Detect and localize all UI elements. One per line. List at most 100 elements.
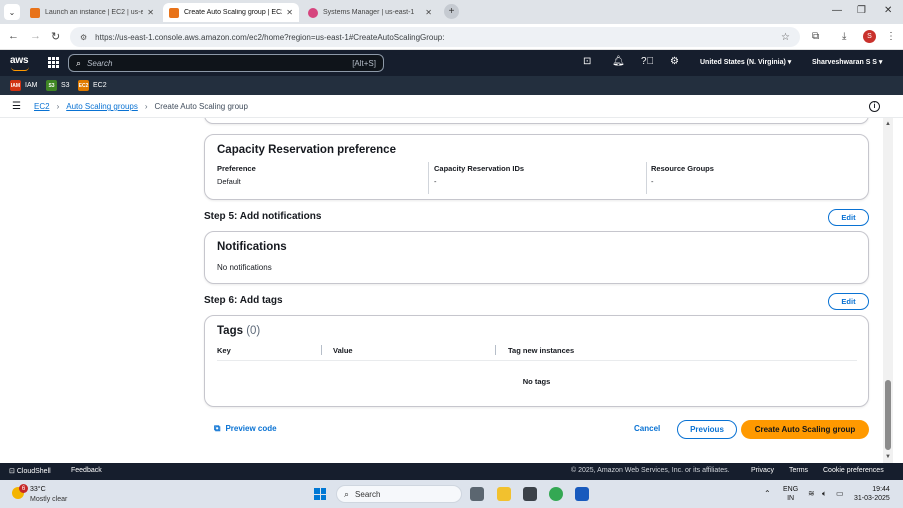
search-placeholder: Search xyxy=(87,58,113,68)
scroll-up-icon[interactable]: ▲ xyxy=(885,121,891,127)
create-auto-scaling-group-button[interactable]: Create Auto Scaling group xyxy=(741,420,869,439)
cloudshell-icon[interactable]: ⊡ xyxy=(583,56,591,67)
tab-launch-instance[interactable]: Launch an instance | EC2 | us-e ✕ xyxy=(24,3,160,22)
windows-start-icon[interactable] xyxy=(314,488,326,500)
url-field[interactable]: ⚙ https://us-east-1.console.aws.amazon.c… xyxy=(70,27,800,47)
weather-condition: Mostly clear xyxy=(30,496,68,503)
cloudshell-link[interactable]: ⊡ CloudShell xyxy=(9,467,51,475)
word-icon[interactable] xyxy=(575,487,589,501)
wifi-icon[interactable]: ≋ xyxy=(808,489,815,498)
help-icon[interactable]: ?⃝ xyxy=(641,56,654,67)
battery-icon[interactable]: ▭ xyxy=(836,489,844,498)
profile-avatar[interactable]: S xyxy=(863,30,876,43)
favorite-label: S3 xyxy=(61,82,70,89)
step6-title: Step 6: Add tags xyxy=(204,295,283,306)
notifications-title: Notifications xyxy=(217,241,287,253)
terms-link[interactable]: Terms xyxy=(789,467,808,474)
aws-search-input[interactable]: ⌕ Search [Alt+S] xyxy=(68,54,384,72)
volume-icon[interactable]: 🔈︎ xyxy=(822,489,827,499)
forward-icon[interactable]: → xyxy=(30,30,41,42)
cancel-button[interactable]: Cancel xyxy=(634,424,660,433)
page-scrollbar[interactable]: ▲ ▼ xyxy=(883,118,893,463)
step5-edit-button[interactable]: Edit xyxy=(828,209,869,226)
download-icon[interactable]: ⤓ xyxy=(842,31,846,42)
minimize-icon[interactable]: — xyxy=(832,5,842,16)
tab-search-button[interactable]: ⌄ xyxy=(4,4,20,20)
region-label: United States (N. Virginia) xyxy=(700,59,786,66)
breadcrumb-auto-scaling-groups[interactable]: Auto Scaling groups xyxy=(66,102,138,111)
feedback-link[interactable]: Feedback xyxy=(71,467,102,474)
hamburger-menu-icon[interactable]: ☰ xyxy=(12,101,21,112)
cloudshell-icon: ⊡ xyxy=(9,468,15,475)
task-view-icon[interactable] xyxy=(470,487,484,501)
favorite-iam[interactable]: IAM IAM xyxy=(10,80,37,91)
extensions-icon[interactable]: ⧉ xyxy=(812,31,819,42)
tab-create-asg[interactable]: Create Auto Scaling group | EC2 ✕ xyxy=(163,3,299,22)
preview-code-label: Preview code xyxy=(225,424,277,433)
windows-taskbar: 6 33°C Mostly clear ⌕ Search ⌃ ENG IN ≋ … xyxy=(0,480,903,508)
code-preview-icon: ⧉ xyxy=(214,423,221,433)
preview-code-button[interactable]: ⧉ Preview code xyxy=(214,423,277,434)
tab-title: Launch an instance | EC2 | us-e xyxy=(45,9,144,16)
favorite-ec2[interactable]: EC2 EC2 xyxy=(78,80,107,91)
chevron-up-icon[interactable]: ⌃ xyxy=(764,489,771,498)
settings-gear-icon[interactable]: ⚙ xyxy=(670,56,679,67)
step6-edit-button[interactable]: Edit xyxy=(828,293,869,310)
tags-title: Tags (0) xyxy=(217,325,260,337)
favorites-bar: IAM IAM S3 S3 EC2 EC2 xyxy=(0,76,903,95)
tab-title: Systems Manager | us-east-1 xyxy=(323,9,415,16)
reload-icon[interactable]: ↻ xyxy=(51,30,60,43)
aws-favicon-icon xyxy=(30,7,40,18)
bell-icon[interactable]: 🔔︎ xyxy=(612,56,625,67)
region-selector[interactable]: United States (N. Virginia) ▾ xyxy=(700,58,791,66)
taskbar-search[interactable]: ⌕ Search xyxy=(336,485,462,503)
bookmark-star-icon[interactable]: ☆ xyxy=(781,32,790,43)
scrollbar-thumb[interactable] xyxy=(885,380,891,450)
region-code: IN xyxy=(787,495,795,502)
close-tab-icon[interactable]: ✕ xyxy=(147,8,154,17)
search-icon: ⌕ xyxy=(344,488,350,499)
language-code: ENG xyxy=(783,486,799,493)
breadcrumb-ec2[interactable]: EC2 xyxy=(34,102,50,111)
new-tab-button[interactable]: + xyxy=(444,4,459,19)
favorite-label: EC2 xyxy=(93,82,107,89)
restore-icon[interactable]: ❐ xyxy=(857,5,866,16)
column-divider xyxy=(321,345,322,355)
cookie-preferences-link[interactable]: Cookie preferences xyxy=(823,467,884,474)
services-grid-icon[interactable] xyxy=(48,57,59,68)
favorite-s3[interactable]: S3 S3 xyxy=(46,80,70,91)
column-divider xyxy=(428,162,429,194)
column-divider xyxy=(495,345,496,355)
privacy-link[interactable]: Privacy xyxy=(751,467,774,474)
close-tab-icon[interactable]: ✕ xyxy=(425,8,432,17)
column-header-tag-new-instances: Tag new instances xyxy=(508,346,575,355)
close-window-icon[interactable]: ✕ xyxy=(884,5,892,16)
tags-card: Tags (0) Key Value Tag new instances No … xyxy=(204,315,869,407)
language-indicator[interactable]: ENG IN xyxy=(783,485,798,503)
browser-menu-icon[interactable]: ⋮ xyxy=(886,31,896,42)
previous-button[interactable]: Previous xyxy=(677,420,737,439)
clock[interactable]: 19:44 31-03-2025 xyxy=(854,485,890,503)
scroll-down-icon[interactable]: ▼ xyxy=(885,454,891,460)
site-info-icon[interactable]: ⚙ xyxy=(80,33,87,42)
chrome-icon[interactable] xyxy=(549,487,563,501)
capacity-reservation-ids-field: Capacity Reservation IDs - xyxy=(434,164,524,196)
cloudshell-label: CloudShell xyxy=(16,468,51,475)
file-explorer-icon[interactable] xyxy=(497,487,511,501)
weather-badge: 6 xyxy=(19,484,28,493)
close-tab-icon[interactable]: ✕ xyxy=(286,8,293,17)
back-icon[interactable]: ← xyxy=(8,30,19,42)
tab-systems-manager[interactable]: Systems Manager | us-east-1 ✕ xyxy=(302,3,438,22)
column-header-key: Key xyxy=(217,346,231,355)
taskbar-search-label: Search xyxy=(355,489,381,499)
account-menu[interactable]: Sharveshwaran S S ▾ xyxy=(812,58,882,66)
field-label: Capacity Reservation IDs xyxy=(434,164,525,173)
app-icon[interactable] xyxy=(523,487,537,501)
aws-logo[interactable]: aws xyxy=(10,55,29,71)
clock-time: 19:44 xyxy=(872,486,890,493)
notifications-text: No notifications xyxy=(217,263,272,272)
info-icon[interactable]: i xyxy=(869,101,880,112)
step5-title: Step 5: Add notifications xyxy=(204,211,322,222)
tags-count: (0) xyxy=(246,325,261,337)
capacity-reservation-card: Capacity Reservation preference Preferen… xyxy=(204,134,869,200)
